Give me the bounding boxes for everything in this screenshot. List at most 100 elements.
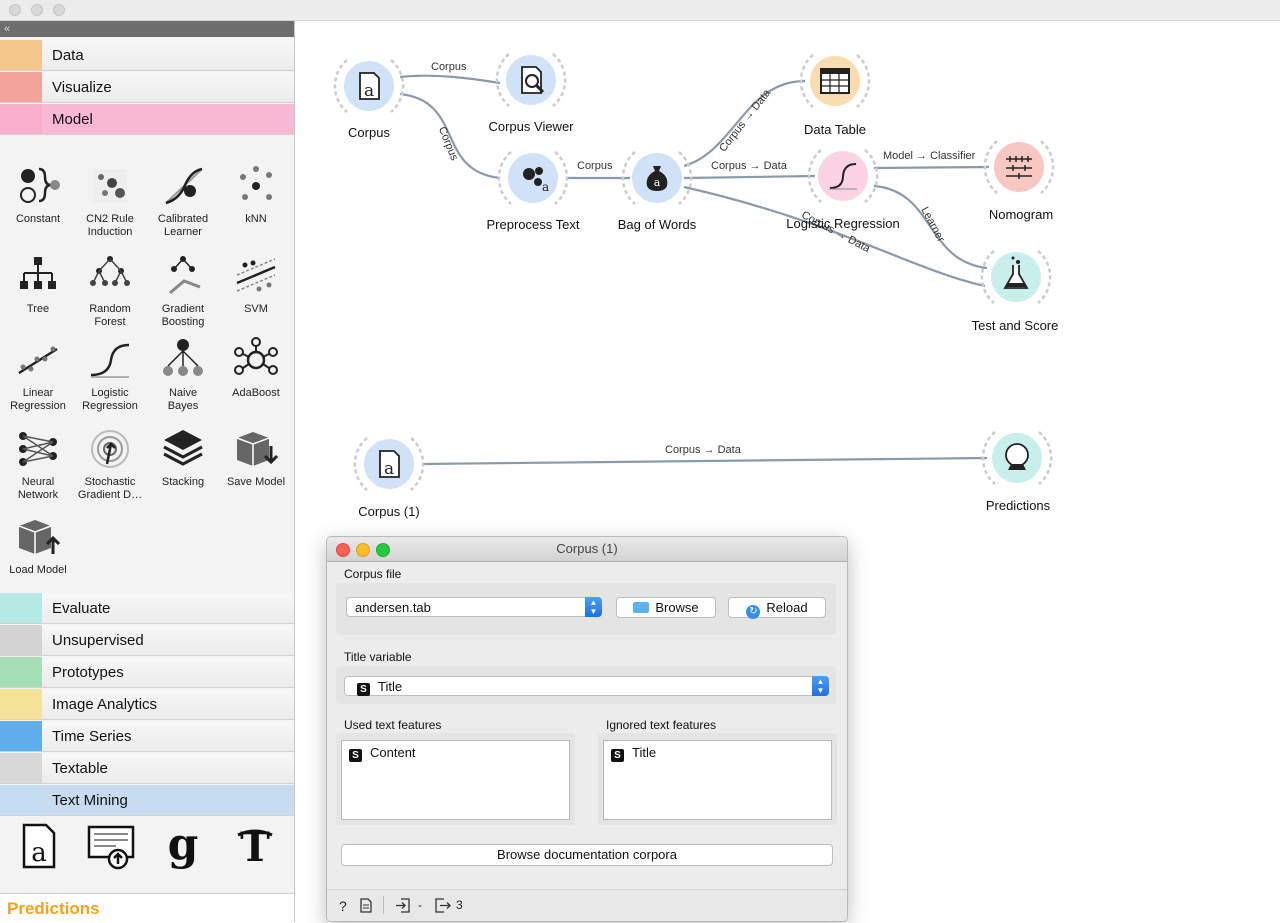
logistic-regression-icon [90,343,130,378]
zoom-window-button[interactable] [53,4,65,16]
reload-label: Reload [766,600,808,615]
nomogram-icon [983,140,1055,194]
widget-cn2[interactable]: CN2 Rule Induction [74,163,146,239]
widget-label: Constant [15,213,61,225]
category-text-mining[interactable]: Text Mining [0,785,294,816]
title-variable-select[interactable]: S Title ▲ ▼ [344,676,829,696]
category-data[interactable]: Data [0,40,294,71]
bag-of-words-icon: a [621,151,693,205]
widget-label: Stacking [161,476,205,488]
category-color-swatch [0,753,42,783]
widget-label: Save Model [226,476,286,488]
output-count: 3 [456,898,463,912]
category-time-series[interactable]: Time Series [0,721,294,752]
category-color-swatch [0,72,42,102]
link-label: Corpus [577,160,613,172]
widget-neural-network[interactable]: Neural Network [2,426,74,502]
stacking-icon [163,430,203,466]
widget-random-forest[interactable]: Random Forest [74,253,146,329]
widget-save-model[interactable]: Save Model [220,426,292,489]
reload-icon: ↻ [746,605,761,619]
svg-text:a: a [384,459,394,479]
widget-logistic-regression[interactable]: Logistic Regression [74,337,146,413]
gradient-boosting-icon [169,256,201,295]
naive-bayes-icon [163,339,203,376]
dialog-close-button[interactable] [336,543,350,557]
svm-icon [236,258,276,292]
link-label: Corpus → Data [711,160,787,172]
dialog-minimize-button[interactable] [356,543,370,557]
used-features-list[interactable]: S Content [341,740,570,820]
cn2-icon [93,169,127,203]
category-image-analytics[interactable]: Image Analytics [0,689,294,720]
dialog-zoom-button[interactable] [376,543,390,557]
widget-label: AdaBoost [232,387,280,399]
node-label: Corpus Viewer [488,119,574,134]
widget-label: Logistic Regression [82,387,138,412]
ignored-features-list[interactable]: S Title [603,740,832,820]
widget-svm[interactable]: SVM [220,253,292,316]
widget-knn[interactable]: kNN [220,163,292,226]
minimize-window-button[interactable] [31,4,43,16]
widget-adaboost[interactable]: AdaBoost [220,337,292,400]
neural-network-icon [19,432,57,466]
list-item[interactable]: S Title [611,745,656,762]
svg-text:g: g [168,821,199,870]
collapse-toolbox-button[interactable]: « [0,21,294,37]
import-documents-icon[interactable] [86,821,136,871]
category-label: Prototypes [52,664,124,681]
list-item[interactable]: S Content [349,745,416,762]
widget-calibrated[interactable]: Calibrated Learner [147,163,219,239]
guardian-icon[interactable]: g [158,821,208,871]
category-model[interactable]: Model [0,104,294,135]
category-prototypes[interactable]: Prototypes [0,657,294,688]
dialog-statusbar: ? - 3 [327,889,847,921]
corpus-file-label: Corpus file [344,567,402,581]
report-icon[interactable] [360,898,372,913]
widget-gradient-boosting[interactable]: Gradient Boosting [147,253,219,329]
file-select-value: andersen.tab [355,600,431,615]
constant-icon [20,167,60,203]
widget-label: Neural Network [17,476,59,501]
dialog-title: Corpus (1) [327,537,847,562]
string-type-icon: S [611,749,624,762]
category-label: Data [52,47,84,64]
widget-stacking[interactable]: Stacking [147,426,219,489]
category-label: Textable [52,760,108,777]
close-window-button[interactable] [9,4,21,16]
file-select[interactable]: andersen.tab ▲ ▼ [346,597,602,617]
widget-linear-regression[interactable]: Linear Regression [2,337,74,413]
reload-button[interactable]: ↻ Reload [728,597,826,619]
save-model-icon [236,432,279,466]
widget-constant[interactable]: Constant [2,163,74,226]
widget-load-model[interactable]: Load Model [2,514,74,577]
category-visualize[interactable]: Visualize [0,72,294,103]
svg-text:a: a [31,838,47,868]
chevron-updown-icon: ▲ ▼ [585,597,602,617]
widget-label: Linear Regression [10,387,66,412]
category-textable[interactable]: Textable [0,753,294,784]
tree-icon [20,257,56,289]
help-icon[interactable]: ? [339,898,347,914]
window-titlebar [0,0,1280,21]
category-evaluate[interactable]: Evaluate [0,593,294,624]
list-item-label: Title [632,745,657,760]
node-label: Corpus (1) [358,504,420,519]
test-score-icon [980,250,1052,304]
category-color-swatch [0,785,42,815]
widget-label: CN2 Rule Induction [86,213,134,238]
widget-tree[interactable]: Tree [2,253,74,316]
link-bow-logreg [683,174,816,180]
input-count: - [418,898,422,912]
link-label: Corpus → Data [665,444,741,456]
category-color-swatch [0,104,42,134]
widget-sgd[interactable]: Stochastic Gradient D… [74,426,146,502]
browse-button[interactable]: Browse [616,597,716,618]
widget-naive-bayes[interactable]: Naive Bayes [147,337,219,413]
category-unsupervised[interactable]: Unsupervised [0,625,294,656]
nyt-icon[interactable]: T [230,821,280,871]
corpus-icon[interactable]: a [14,821,64,871]
widget-label: SVM [244,303,268,315]
node-label: Nomogram [988,207,1054,222]
browse-documentation-button[interactable]: Browse documentation corpora [341,844,833,866]
